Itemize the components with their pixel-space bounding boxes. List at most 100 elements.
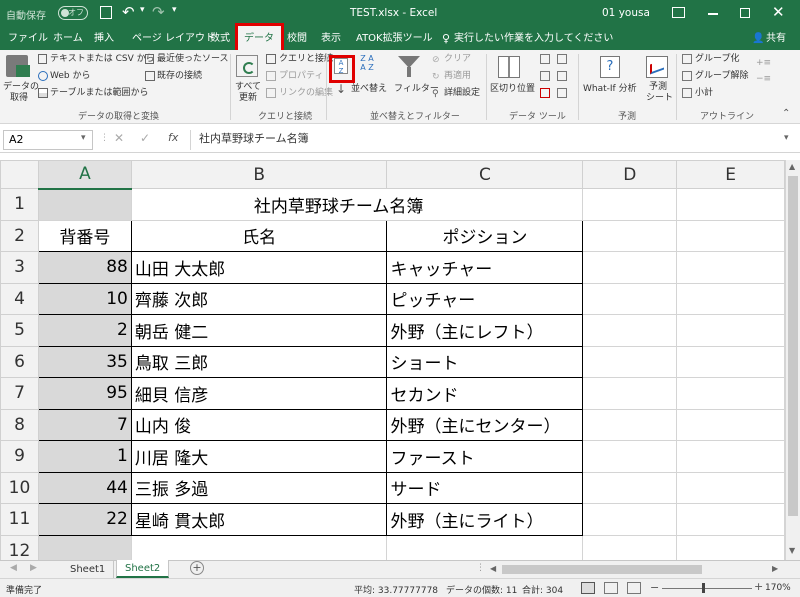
scroll-left-icon[interactable]: ◀	[490, 564, 496, 573]
cell-header[interactable]: 氏名	[130, 219, 388, 252]
reapply-button[interactable]: 再適用	[444, 71, 471, 82]
cell-number[interactable]: 7	[37, 408, 132, 441]
save-icon[interactable]	[100, 6, 112, 19]
cell-position[interactable]: サード	[386, 471, 584, 504]
sort-descending-icon[interactable]: ↓	[336, 82, 346, 96]
column-header[interactable]: D	[582, 160, 678, 189]
cell[interactable]	[676, 503, 785, 536]
hide-detail-icon[interactable]: −≡	[756, 74, 771, 84]
cell-name[interactable]: 山内 俊	[130, 408, 388, 441]
cell-position[interactable]: ピッチャー	[386, 282, 584, 315]
insert-function-icon[interactable]: fx	[168, 131, 178, 144]
cell-position[interactable]: ショート	[386, 345, 584, 378]
cell[interactable]	[386, 534, 584, 560]
cell-number[interactable]: 1	[37, 440, 132, 473]
forecast-sheet-button[interactable]: 予測 シート	[646, 82, 673, 104]
properties-button[interactable]: プロパティ	[279, 71, 323, 82]
cell[interactable]	[37, 534, 132, 560]
column-header[interactable]: E	[676, 160, 785, 189]
show-detail-icon[interactable]: +≡	[756, 58, 771, 68]
ungroup-button[interactable]: グループ解除	[695, 71, 748, 82]
cell-position[interactable]: ファースト	[386, 440, 584, 473]
cell-number[interactable]: 88	[37, 251, 132, 284]
cell-position[interactable]: 外野（主にセンター）	[386, 408, 584, 441]
redo-icon[interactable]: ↷	[152, 3, 165, 21]
tab-home[interactable]: ホーム	[53, 28, 83, 50]
row-header[interactable]: 6	[0, 345, 39, 378]
cell-number[interactable]: 22	[37, 503, 132, 536]
cell-name[interactable]: 山田 大太郎	[130, 251, 388, 284]
clear-button[interactable]: クリア	[444, 54, 471, 65]
zoom-out-icon[interactable]: −	[650, 581, 659, 594]
cell[interactable]	[582, 282, 678, 315]
tab-formulas[interactable]: 数式	[210, 28, 230, 50]
scroll-down-icon[interactable]: ▼	[789, 546, 795, 555]
formula-input[interactable]: 社内草野球チーム名簿	[190, 130, 786, 150]
data-validation-icon[interactable]	[540, 88, 550, 98]
cell[interactable]	[130, 534, 388, 560]
cell[interactable]	[676, 188, 785, 221]
autosave-toggle[interactable]: オフ	[58, 6, 88, 20]
flash-fill-icon[interactable]	[540, 54, 550, 64]
zoom-level[interactable]: 170%	[765, 583, 791, 593]
cell[interactable]	[582, 408, 678, 441]
add-sheet-icon[interactable]: +	[190, 561, 204, 575]
sheet-tab-sheet2[interactable]: Sheet2	[116, 560, 170, 578]
prev-sheet-icon[interactable]: ◀	[10, 563, 17, 573]
row-header[interactable]: 12	[0, 534, 39, 560]
cell-number[interactable]: 95	[37, 377, 132, 410]
share-icon[interactable]: 👤	[752, 28, 764, 50]
cell-number[interactable]: 44	[37, 471, 132, 504]
tab-atok[interactable]: ATOK拡張ツール	[356, 28, 433, 50]
cell[interactable]	[676, 219, 785, 252]
existing-connections-button[interactable]: 既存の接続	[157, 71, 202, 82]
enter-icon[interactable]: ✓	[140, 131, 150, 145]
row-header[interactable]: 9	[0, 440, 39, 473]
collapse-ribbon-icon[interactable]: ⌃	[782, 108, 790, 119]
cell[interactable]	[37, 188, 132, 221]
scroll-right-icon[interactable]: ▶	[772, 564, 778, 573]
cell-name[interactable]: 細貝 信彦	[130, 377, 388, 410]
scroll-thumb[interactable]	[788, 176, 798, 516]
row-header[interactable]: 4	[0, 282, 39, 315]
relationships-icon[interactable]	[557, 71, 567, 81]
cell-name[interactable]: 川居 隆大	[130, 440, 388, 473]
row-header[interactable]: 10	[0, 471, 39, 504]
from-web-button[interactable]: Web から	[50, 71, 90, 82]
maximize-icon[interactable]	[740, 8, 750, 18]
name-box-dropdown-icon[interactable]: ▾	[81, 133, 86, 143]
cell-number[interactable]: 35	[37, 345, 132, 378]
cell-name[interactable]: 鳥取 三郎	[130, 345, 388, 378]
what-if-button[interactable]: What-If 分析	[583, 84, 637, 95]
zoom-slider[interactable]	[662, 588, 752, 589]
cell[interactable]	[582, 345, 678, 378]
cell[interactable]	[676, 408, 785, 441]
cell[interactable]	[582, 471, 678, 504]
name-box[interactable]: A2	[3, 130, 93, 150]
cell[interactable]	[582, 251, 678, 284]
row-header[interactable]: 8	[0, 408, 39, 441]
text-to-columns-button[interactable]: 区切り位置	[490, 84, 535, 95]
tell-me-box[interactable]: 実行したい作業を入力してください	[454, 28, 613, 50]
cell-name[interactable]: 齊藤 次郎	[130, 282, 388, 315]
cell-position[interactable]: 外野（主にレフト）	[386, 314, 584, 347]
expand-formula-icon[interactable]: ▾	[784, 133, 789, 143]
cell-title[interactable]: 社内草野球チーム名簿	[130, 188, 584, 221]
queries-connections-button[interactable]: クエリと接続	[279, 54, 333, 65]
column-header[interactable]: B	[130, 160, 388, 189]
tab-file[interactable]: ファイル	[8, 28, 48, 50]
refresh-all-button[interactable]: すべて 更新	[234, 82, 262, 104]
zoom-in-icon[interactable]: +	[754, 580, 763, 593]
close-icon[interactable]: ✕	[772, 3, 785, 21]
cell[interactable]	[676, 377, 785, 410]
cell[interactable]	[582, 314, 678, 347]
vertical-scrollbar[interactable]: ▲ ▼	[785, 160, 800, 560]
horizontal-scroll-thumb[interactable]	[502, 565, 702, 574]
consolidate-icon[interactable]	[557, 54, 567, 64]
cell[interactable]	[582, 188, 678, 221]
row-header[interactable]: 5	[0, 314, 39, 347]
cell[interactable]	[676, 440, 785, 473]
page-break-view-icon[interactable]	[627, 582, 641, 594]
remove-duplicates-icon[interactable]	[540, 71, 550, 81]
cell[interactable]	[676, 534, 785, 560]
